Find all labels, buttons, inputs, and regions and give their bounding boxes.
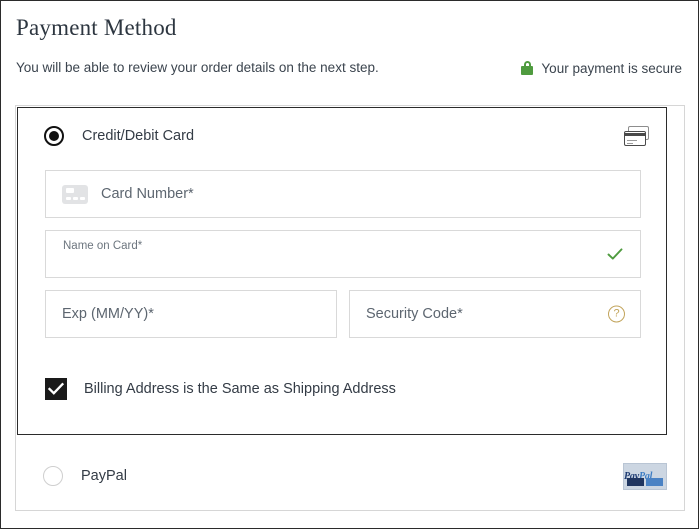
card-number-field[interactable]: Card Number* xyxy=(45,170,641,218)
name-on-card-label: Name on Card* xyxy=(63,240,143,252)
page-subtitle: You will be able to review your order de… xyxy=(16,60,379,75)
paypal-logo: PayPal xyxy=(623,462,667,490)
header-subrow: You will be able to review your order de… xyxy=(16,59,682,77)
billing-same-as-shipping-checkbox[interactable] xyxy=(45,378,67,400)
lock-icon xyxy=(521,61,534,75)
billing-same-as-shipping-label: Billing Address is the Same as Shipping … xyxy=(84,381,396,397)
payment-methods-panel: Credit/Debit Card Card Number* Name on C… xyxy=(15,105,685,511)
expiry-field[interactable]: Exp (MM/YY)* xyxy=(45,290,337,338)
expiry-placeholder: Exp (MM/YY)* xyxy=(62,306,154,322)
secure-payment-notice: Your payment is secure xyxy=(521,61,682,76)
check-icon xyxy=(606,245,624,263)
security-code-field[interactable]: Security Code* ? xyxy=(349,290,641,338)
payment-method-page: Payment Method You will be able to revie… xyxy=(0,0,699,529)
question-circle-icon[interactable]: ? xyxy=(608,305,625,323)
card-number-placeholder: Card Number* xyxy=(101,186,194,202)
credit-cards-icon xyxy=(624,125,650,147)
payment-option-label-paypal: PayPal xyxy=(81,468,127,484)
radio-paypal[interactable] xyxy=(43,466,63,486)
payment-option-label-credit-debit-card: Credit/Debit Card xyxy=(82,128,195,144)
card-icon xyxy=(62,184,88,204)
payment-option-paypal[interactable]: PayPal PayPal xyxy=(17,446,683,506)
secure-payment-label: Your payment is secure xyxy=(541,60,682,76)
credit-card-section: Credit/Debit Card Card Number* Name on C… xyxy=(17,107,667,435)
card-form: Card Number* Name on Card* Exp (MM/YY)* xyxy=(45,170,641,338)
payment-option-credit-debit-card[interactable]: Credit/Debit Card xyxy=(18,108,666,164)
page-title: Payment Method xyxy=(16,15,177,40)
name-on-card-field[interactable]: Name on Card* xyxy=(45,230,641,278)
billing-same-as-shipping-row[interactable]: Billing Address is the Same as Shipping … xyxy=(45,378,396,400)
page-header: Payment Method xyxy=(16,13,683,43)
security-code-placeholder: Security Code* xyxy=(366,306,463,322)
expiry-security-row: Exp (MM/YY)* Security Code* ? xyxy=(45,290,641,338)
radio-credit-debit-card[interactable] xyxy=(44,126,64,146)
